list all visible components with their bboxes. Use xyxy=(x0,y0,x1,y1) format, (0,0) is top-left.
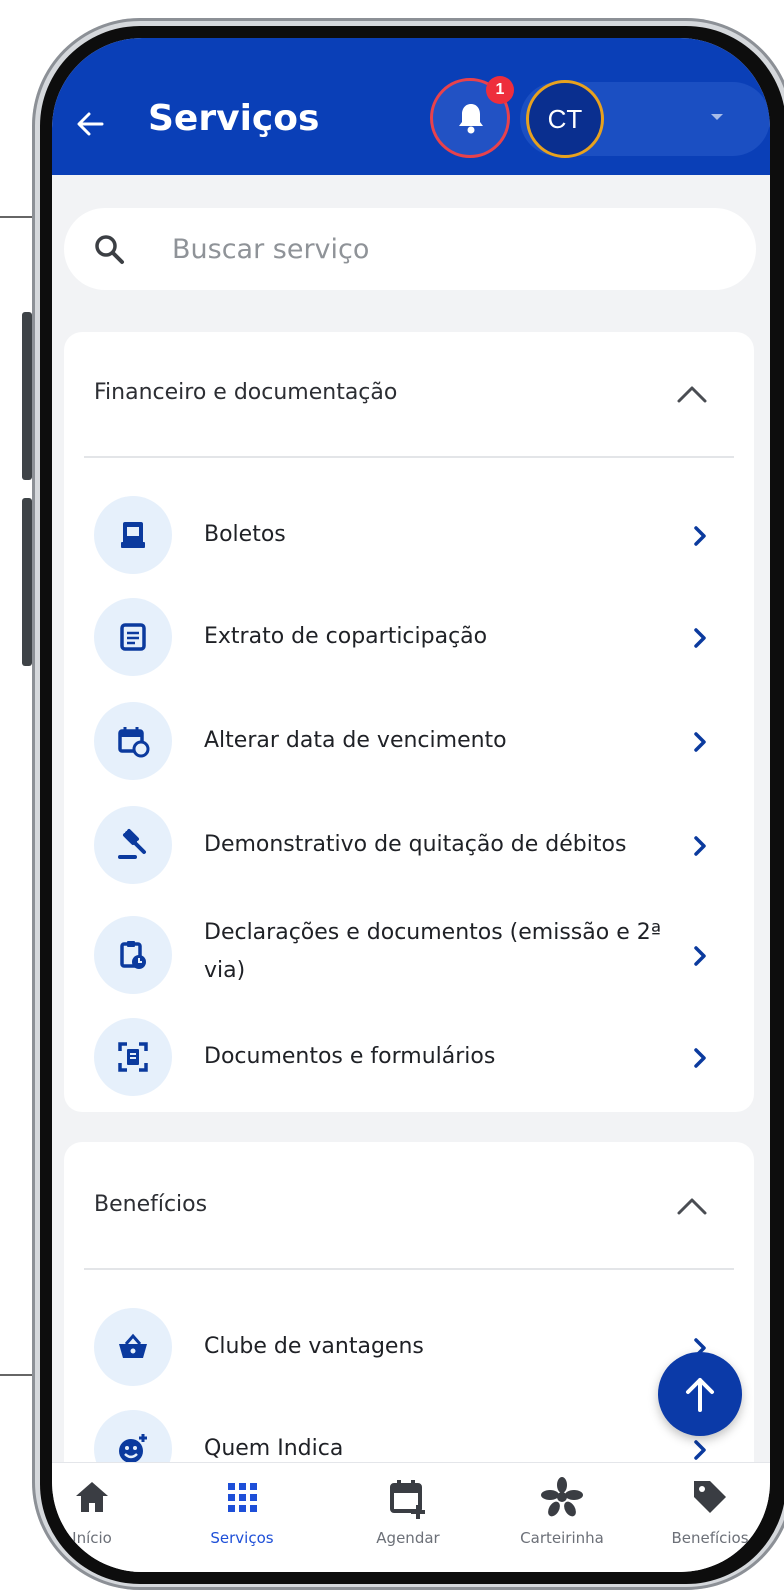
clipboard-clock-icon xyxy=(94,916,172,994)
calendar-plus-icon xyxy=(390,1480,425,1519)
calendar-refresh-icon xyxy=(94,702,172,780)
item-label: Extrato de coparticipação xyxy=(204,624,488,649)
nav-item-inicio[interactable]: Início xyxy=(52,1463,162,1572)
home-icon xyxy=(76,1482,108,1512)
nav-label: Benefícios xyxy=(671,1529,749,1547)
list-item-extrato[interactable]: Extrato de coparticipação xyxy=(64,582,754,692)
item-label: Declarações e documentos (emissão e 2ª v… xyxy=(204,920,662,983)
search-bar[interactable] xyxy=(64,208,756,290)
chevron-up-icon[interactable] xyxy=(676,1196,708,1216)
chevron-right-icon xyxy=(694,628,706,648)
divider xyxy=(84,1268,734,1270)
caret-down-icon[interactable] xyxy=(709,112,725,122)
document-scan-icon xyxy=(94,1018,172,1096)
phone-side-button xyxy=(22,498,32,666)
phone-screen: Serviços 1 CT Financeiro e documentação xyxy=(52,38,770,1572)
list-item-clube[interactable]: Clube de vantagens xyxy=(64,1292,754,1402)
phone-side-button xyxy=(22,312,32,480)
bottom-nav: Início Serviços Agendar Carteirinha Bene… xyxy=(52,1462,770,1572)
flower-icon xyxy=(541,1477,583,1517)
chevron-right-icon xyxy=(694,836,706,856)
chevron-right-icon xyxy=(694,1440,706,1460)
nav-label: Serviços xyxy=(210,1529,274,1547)
invoice-icon xyxy=(94,496,172,574)
grid-icon xyxy=(228,1483,257,1512)
divider xyxy=(84,456,734,458)
bell-icon xyxy=(459,104,483,134)
list-item-alterar-data[interactable]: Alterar data de vencimento xyxy=(64,686,754,796)
chevron-right-icon xyxy=(694,1048,706,1068)
search-input[interactable] xyxy=(172,208,732,290)
list-item-documentos[interactable]: Documentos e formulários xyxy=(64,1002,754,1112)
item-label: Demonstrativo de quitação de débitos xyxy=(204,832,627,857)
arrow-left-icon[interactable] xyxy=(74,108,106,140)
notification-badge: 1 xyxy=(486,76,514,104)
item-label: Alterar data de vencimento xyxy=(204,728,507,753)
chevron-right-icon xyxy=(694,732,706,752)
app-header: Serviços 1 CT xyxy=(52,38,770,175)
nav-item-servicos[interactable]: Serviços xyxy=(172,1463,312,1572)
section-title: Benefícios xyxy=(94,1192,208,1217)
list-item-boletos[interactable]: Boletos xyxy=(64,480,754,590)
gavel-icon xyxy=(94,806,172,884)
nav-item-beneficios[interactable]: Benefícios xyxy=(640,1463,770,1572)
search-icon xyxy=(95,235,124,264)
section-title: Financeiro e documentação xyxy=(94,380,398,405)
item-label: Documentos e formulários xyxy=(204,1044,496,1069)
nav-item-carteirinha[interactable]: Carteirinha xyxy=(492,1463,632,1572)
item-label: Clube de vantagens xyxy=(204,1334,424,1359)
item-label: Boletos xyxy=(204,522,286,547)
section-financeiro: Financeiro e documentação Boletos Extrat… xyxy=(64,332,754,1112)
basket-icon xyxy=(94,1308,172,1386)
statement-icon xyxy=(94,598,172,676)
avatar[interactable]: CT xyxy=(526,80,604,158)
list-item-declaracoes[interactable]: Declarações e documentos (emissão e 2ª v… xyxy=(64,894,754,1004)
list-item-demonstrativo[interactable]: Demonstrativo de quitação de débitos xyxy=(64,790,754,900)
chevron-right-icon xyxy=(694,946,706,966)
chevron-right-icon xyxy=(694,526,706,546)
nav-label: Início xyxy=(72,1529,112,1547)
scroll-to-top-button[interactable] xyxy=(658,1352,742,1436)
chevron-up-icon[interactable] xyxy=(676,384,708,404)
nav-label: Carteirinha xyxy=(520,1529,604,1547)
nav-label: Agendar xyxy=(376,1529,440,1547)
arrow-up-icon xyxy=(686,1378,714,1412)
tag-icon xyxy=(694,1481,726,1513)
page-title: Serviços xyxy=(148,98,320,139)
nav-item-agendar[interactable]: Agendar xyxy=(338,1463,478,1572)
